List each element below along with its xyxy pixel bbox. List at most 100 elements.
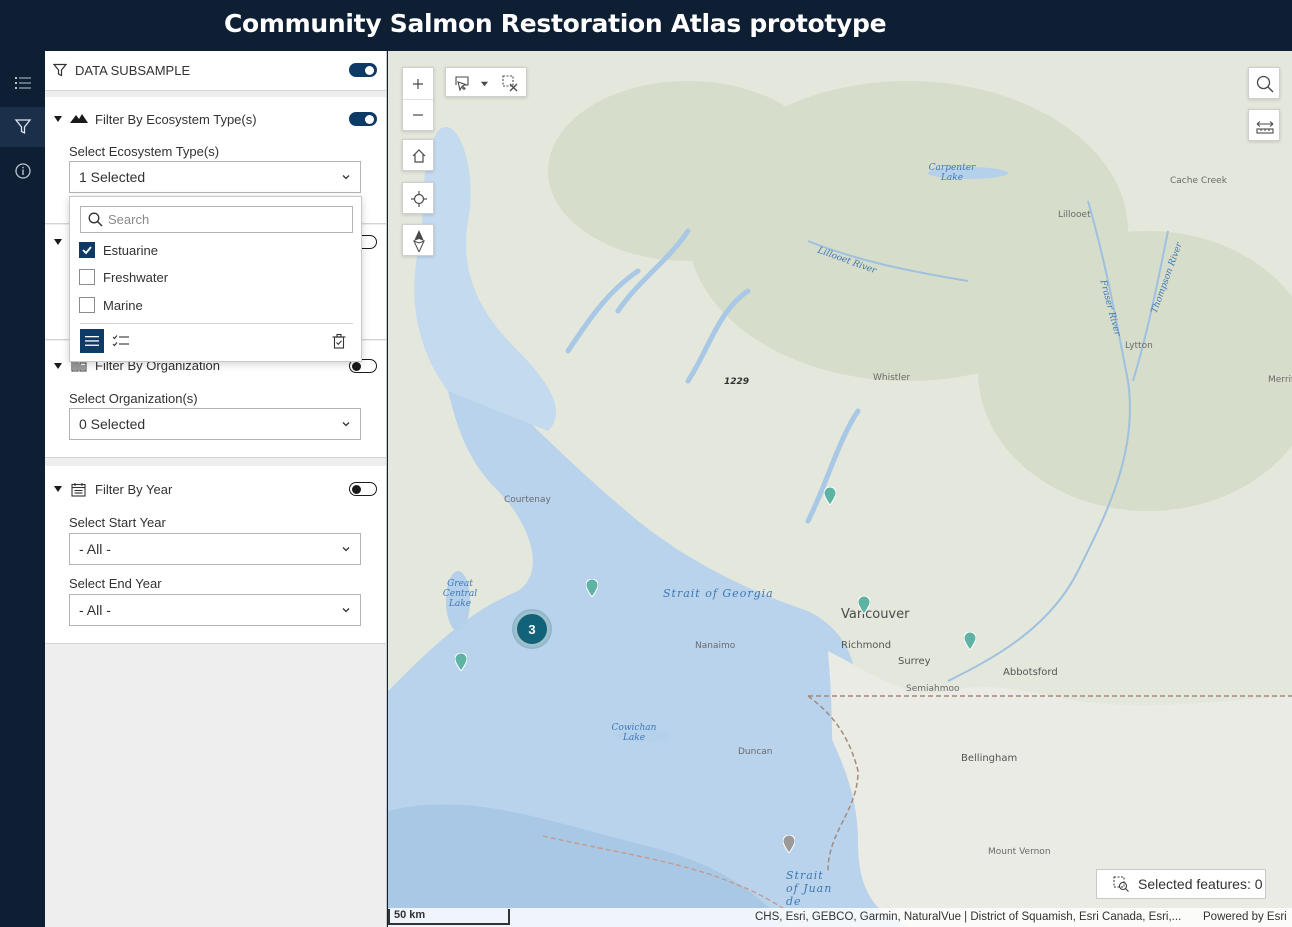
crosshair-icon: [411, 191, 427, 207]
map-pin-icon[interactable]: [964, 632, 976, 650]
clear-selection-tool-button[interactable]: [498, 71, 522, 95]
year-filter-title: Filter By Year: [95, 482, 173, 497]
selection-dropdown-button[interactable]: [476, 71, 492, 95]
map-label-carpenter-lake: Carpenter Lake: [928, 163, 976, 183]
checkbox[interactable]: [79, 269, 95, 285]
collapse-caret-icon[interactable]: [54, 116, 62, 122]
option-label: Estuarine: [103, 242, 158, 258]
map-pin-icon[interactable]: [455, 653, 467, 671]
zoom-controls: [402, 67, 434, 131]
map-label-courtenay: Courtenay: [504, 495, 551, 505]
home-button[interactable]: [402, 139, 434, 171]
organization-select[interactable]: 0 Selected: [69, 408, 361, 440]
ecosystem-dropdown: Search Estuarine Freshwater Marine: [69, 196, 362, 362]
year-filter-toggle[interactable]: [349, 482, 377, 496]
map-label-strait-juan: Strait of Juan de: [786, 869, 833, 908]
list-icon: [85, 336, 99, 346]
end-year-select[interactable]: - All -: [69, 594, 361, 626]
search-placeholder: Search: [108, 212, 150, 227]
search-button[interactable]: [1248, 67, 1280, 99]
divider: [80, 323, 353, 324]
chevron-down-icon: [342, 547, 350, 552]
checklist-icon: [112, 335, 129, 347]
selection-toolbar: [445, 67, 527, 97]
zoom-out-button[interactable]: [403, 99, 433, 130]
ecosystem-select-value: 1 Selected: [79, 169, 146, 185]
chevron-down-icon: [342, 608, 350, 613]
map-label-mount-vernon: Mount Vernon: [988, 847, 1051, 857]
filter-panel-button[interactable]: [0, 107, 45, 147]
check-icon: [82, 246, 92, 255]
option-marine[interactable]: Marine: [79, 297, 143, 313]
option-estuarine[interactable]: Estuarine: [79, 242, 158, 258]
map-cluster[interactable]: 3: [514, 611, 550, 647]
locate-button[interactable]: [402, 182, 434, 214]
checkbox[interactable]: [79, 242, 95, 258]
mountains-icon: [70, 114, 88, 123]
compass-button[interactable]: [402, 224, 434, 256]
ecosystem-select[interactable]: 1 Selected: [69, 161, 361, 193]
attribution-bar: 50 km CHS, Esri, GEBCO, Garmin, NaturalV…: [388, 908, 1292, 927]
option-freshwater[interactable]: Freshwater: [79, 269, 168, 285]
ecosystem-filter-title: Filter By Ecosystem Type(s): [95, 112, 257, 127]
powered-by-esri[interactable]: Powered by Esri: [1203, 911, 1287, 923]
option-label: Marine: [103, 297, 143, 313]
end-year-value: - All -: [79, 602, 111, 618]
caret-down-icon: [480, 81, 488, 86]
zoom-in-button[interactable]: [403, 68, 433, 99]
about-button[interactable]: [0, 151, 45, 191]
start-year-value: - All -: [79, 541, 111, 557]
map-pin-icon[interactable]: [586, 579, 598, 597]
selected-features-label: Selected features: 0: [1138, 876, 1263, 892]
organization-select-value: 0 Selected: [79, 416, 146, 432]
clear-selection-button[interactable]: [327, 329, 351, 353]
plus-icon: [413, 78, 423, 89]
map-label-cowichan-lake: Cowichan Lake: [611, 723, 657, 743]
map-view[interactable]: Strait of Georgia Strait of Juan de Vanc…: [388, 51, 1292, 927]
map-label-great-central-lake: Great Central Lake: [442, 579, 478, 609]
start-year-label: Select Start Year: [69, 515, 166, 530]
trash-icon: [332, 333, 346, 349]
map-label-whistler: Whistler: [873, 373, 911, 383]
checkbox[interactable]: [79, 297, 95, 313]
collapse-caret-icon[interactable]: [54, 486, 62, 492]
show-all-button[interactable]: [80, 329, 104, 353]
clear-selection-icon: [502, 75, 518, 92]
map-label-bellingham: Bellingham: [961, 753, 1018, 764]
map-pin-icon[interactable]: [783, 835, 795, 853]
selected-features-button[interactable]: Selected features: 0: [1096, 869, 1266, 899]
collapse-caret-icon[interactable]: [54, 363, 62, 369]
toggle-knob: [365, 114, 374, 124]
map-label-lytton: Lytton: [1125, 341, 1153, 351]
list-icon: [14, 77, 31, 89]
app-header: Community Salmon Restoration Atlas proto…: [0, 0, 1292, 51]
data-subsample-toggle[interactable]: [349, 63, 377, 77]
app-title: Community Salmon Restoration Atlas proto…: [224, 9, 887, 38]
attribution-credits[interactable]: CHS, Esri, GEBCO, Garmin, NaturalVue | D…: [755, 911, 1195, 923]
start-year-select[interactable]: - All -: [69, 533, 361, 565]
collapse-caret-icon[interactable]: [54, 239, 62, 245]
ecosystem-filter-toggle[interactable]: [349, 112, 377, 126]
map-label-abbotsford: Abbotsford: [1003, 667, 1058, 678]
map-pin-icon[interactable]: [824, 487, 836, 505]
layer-list-button[interactable]: [0, 63, 45, 103]
map-label-peak: 1229: [724, 377, 750, 387]
option-label: Freshwater: [103, 269, 169, 285]
selection-zoom-icon: [1113, 876, 1129, 892]
search-icon: [1256, 75, 1274, 93]
toggle-knob: [352, 361, 361, 371]
search-icon: [88, 212, 103, 227]
measure-button[interactable]: [1248, 109, 1280, 141]
ecosystem-select-label: Select Ecosystem Type(s): [69, 144, 220, 159]
filter-icon: [53, 63, 67, 77]
map-pin-icon[interactable]: [858, 596, 870, 614]
map-label-lillooet: Lillooet: [1058, 210, 1091, 220]
map-label-richmond: Richmond: [841, 640, 892, 651]
select-icon: [455, 76, 469, 92]
show-selected-button[interactable]: [109, 329, 133, 353]
ecosystem-search-input[interactable]: Search: [80, 206, 353, 233]
info-icon: [14, 163, 31, 179]
select-by-rectangle-button[interactable]: [450, 71, 474, 95]
map-label-merritt: Merrit: [1268, 375, 1292, 385]
toggle-knob: [352, 484, 361, 494]
